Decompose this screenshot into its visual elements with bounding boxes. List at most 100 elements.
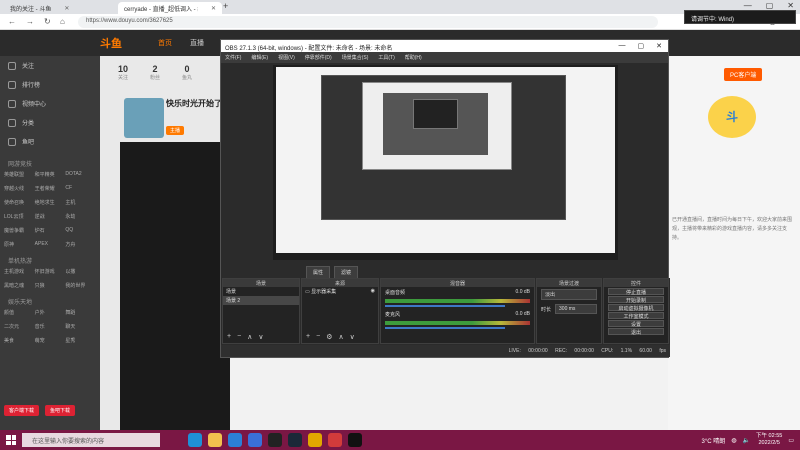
sidebar-category-link[interactable]: 我的世界 bbox=[65, 282, 96, 289]
virtual-camera-button[interactable]: 启动虚拟摄像机 bbox=[608, 304, 664, 312]
sidebar-category-link[interactable]: 星秀 bbox=[65, 337, 96, 344]
sidebar-item-rank[interactable]: 排行榜 bbox=[0, 75, 100, 94]
down-icon[interactable]: ∨ bbox=[258, 333, 263, 341]
steam-icon[interactable] bbox=[288, 433, 302, 447]
sidebar-category-link[interactable]: 颜值 bbox=[4, 309, 35, 316]
new-tab-button[interactable]: + bbox=[223, 1, 228, 11]
sidebar-category-link[interactable]: 音乐 bbox=[35, 323, 66, 330]
browser-tab[interactable]: 我的关注 - 斗鱼 ✕ bbox=[4, 2, 116, 14]
close-button[interactable]: ✕ bbox=[656, 42, 662, 50]
sidebar-category-link[interactable]: 主机游戏 bbox=[4, 268, 35, 275]
start-recording-button[interactable]: 开始录制 bbox=[608, 296, 664, 304]
exit-button[interactable]: 退出 bbox=[608, 328, 664, 336]
sidebar-item-fishbar[interactable]: 鱼吧 bbox=[0, 132, 100, 151]
obs-icon[interactable] bbox=[268, 433, 282, 447]
gear-icon[interactable]: ⚙ bbox=[326, 333, 332, 341]
duration-input[interactable]: 300 ms bbox=[555, 304, 597, 314]
sidebar-category-link[interactable]: 二次元 bbox=[4, 323, 35, 330]
obs-preview[interactable] bbox=[273, 65, 618, 260]
sidebar-category-link[interactable]: DOTA2 bbox=[65, 171, 96, 178]
sidebar-category-link[interactable]: 永劫 bbox=[65, 213, 96, 220]
sidebar-category-link[interactable]: 以撒 bbox=[65, 268, 96, 275]
nav-item-live[interactable]: 直播 bbox=[190, 38, 204, 48]
menu-view[interactable]: 视图(V) bbox=[278, 54, 295, 61]
menu-edit[interactable]: 编辑(E) bbox=[251, 54, 268, 61]
obs-running-icon[interactable] bbox=[348, 433, 362, 447]
sidebar-category-link[interactable]: 只狼 bbox=[35, 282, 66, 289]
sidebar-category-link[interactable]: 使命召唤 bbox=[4, 199, 35, 206]
game-icon[interactable] bbox=[308, 433, 322, 447]
add-icon[interactable]: + bbox=[227, 333, 231, 341]
sidebar-category-link[interactable]: 和平精英 bbox=[35, 171, 66, 178]
sidebar-item-follow[interactable]: 关注 bbox=[0, 56, 100, 75]
client-download-button[interactable]: 客户端下载 bbox=[4, 405, 40, 416]
sidebar-category-link[interactable]: 黑暗之魂 bbox=[4, 282, 35, 289]
minimize-button[interactable]: — bbox=[744, 1, 752, 10]
reload-icon[interactable]: ↻ bbox=[44, 17, 51, 26]
remove-icon[interactable]: − bbox=[237, 333, 241, 341]
maximize-button[interactable]: ▢ bbox=[638, 42, 645, 50]
studio-mode-button[interactable]: 工作室模式 bbox=[608, 312, 664, 320]
minimize-button[interactable]: — bbox=[619, 42, 626, 50]
forward-icon[interactable]: → bbox=[26, 17, 34, 26]
notification-icon[interactable]: ▭ bbox=[788, 437, 794, 444]
mail-icon[interactable] bbox=[248, 433, 262, 447]
up-icon[interactable]: ∧ bbox=[247, 333, 252, 341]
task-view-icon[interactable] bbox=[168, 433, 182, 447]
stat-follow[interactable]: 10 关注 bbox=[118, 64, 128, 81]
pc-client-button[interactable]: PC客户端 bbox=[724, 68, 763, 81]
sidebar-category-link[interactable]: 逆战 bbox=[35, 213, 66, 220]
sidebar-category-link[interactable]: 户外 bbox=[35, 309, 66, 316]
stop-streaming-button[interactable]: 停止直播 bbox=[608, 288, 664, 296]
menu-docks[interactable]: 停靠部件(D) bbox=[305, 54, 332, 61]
sidebar-category-link[interactable]: 方舟 bbox=[65, 241, 96, 248]
windows-start-icon[interactable] bbox=[6, 435, 16, 445]
down-icon[interactable]: ∨ bbox=[350, 333, 355, 341]
explorer-icon[interactable] bbox=[208, 433, 222, 447]
store-icon[interactable] bbox=[228, 433, 242, 447]
url-input[interactable]: https://www.douyu.com/3627625 bbox=[78, 16, 658, 28]
menu-file[interactable]: 文件(F) bbox=[225, 54, 241, 61]
video-player[interactable] bbox=[120, 142, 230, 430]
sidebar-category-link[interactable]: 萌宠 bbox=[35, 337, 66, 344]
source-item[interactable]: ▭ 显示器采集 ◉ bbox=[302, 287, 378, 296]
taskbar-search-input[interactable]: 在这里输入你要搜索的内容 bbox=[22, 433, 160, 447]
sidebar-category-link[interactable]: 绝地求生 bbox=[35, 199, 66, 206]
sidebar-category-link[interactable]: APEX bbox=[35, 241, 66, 248]
network-icon[interactable]: ◍ bbox=[731, 437, 736, 444]
fishbar-download-button[interactable]: 鱼吧下载 bbox=[45, 405, 76, 416]
up-icon[interactable]: ∧ bbox=[338, 333, 343, 341]
maximize-button[interactable]: ▢ bbox=[766, 1, 774, 10]
sidebar-category-link[interactable]: 怀旧游戏 bbox=[35, 268, 66, 275]
room-tag[interactable]: 主播 bbox=[166, 126, 185, 135]
back-icon[interactable]: ← bbox=[8, 17, 16, 26]
app-icon[interactable] bbox=[328, 433, 342, 447]
close-button[interactable]: ✕ bbox=[787, 1, 794, 10]
add-icon[interactable]: + bbox=[306, 333, 310, 341]
scene-item[interactable]: 场景 bbox=[223, 287, 299, 296]
sidebar-category-link[interactable]: 炉石 bbox=[35, 227, 66, 234]
scene-item[interactable]: 场景 2 bbox=[223, 296, 299, 305]
settings-button[interactable]: 设置 bbox=[608, 320, 664, 328]
nav-item-home[interactable]: 首页 bbox=[158, 38, 172, 48]
sidebar-category-link[interactable]: 原神 bbox=[4, 241, 35, 248]
sidebar-category-link[interactable]: CF bbox=[65, 185, 96, 192]
menu-scene-collection[interactable]: 场景集合(S) bbox=[342, 54, 369, 61]
close-icon[interactable]: ✕ bbox=[64, 5, 69, 12]
sidebar-category-link[interactable]: 英雄联盟 bbox=[4, 171, 35, 178]
volume-icon[interactable]: 🔈 bbox=[743, 437, 750, 444]
clock[interactable]: 下午 02:55 2022/2/5 bbox=[756, 433, 782, 447]
home-icon[interactable]: ⌂ bbox=[60, 17, 65, 26]
menu-tools[interactable]: 工具(T) bbox=[378, 54, 394, 61]
sidebar-category-link[interactable]: 魔兽争霸 bbox=[4, 227, 35, 234]
transition-select[interactable]: 淡出 bbox=[541, 289, 597, 300]
weather-text[interactable]: 3°C 晴朗 bbox=[702, 436, 726, 445]
sidebar-category-link[interactable]: LOL云顶 bbox=[4, 213, 35, 220]
sidebar-category-link[interactable]: 美食 bbox=[4, 337, 35, 344]
volume-slider[interactable] bbox=[385, 327, 505, 329]
site-logo[interactable]: 斗鱼 bbox=[100, 35, 122, 51]
stat-fans[interactable]: 2 粉丝 bbox=[150, 64, 160, 81]
browser-tab-active[interactable]: cerryade - 直播_超低调入 - 组织 ✕ bbox=[118, 2, 222, 14]
sidebar-category-link[interactable]: 舞蹈 bbox=[65, 309, 96, 316]
sidebar-category-link[interactable]: 穿越火线 bbox=[4, 185, 35, 192]
